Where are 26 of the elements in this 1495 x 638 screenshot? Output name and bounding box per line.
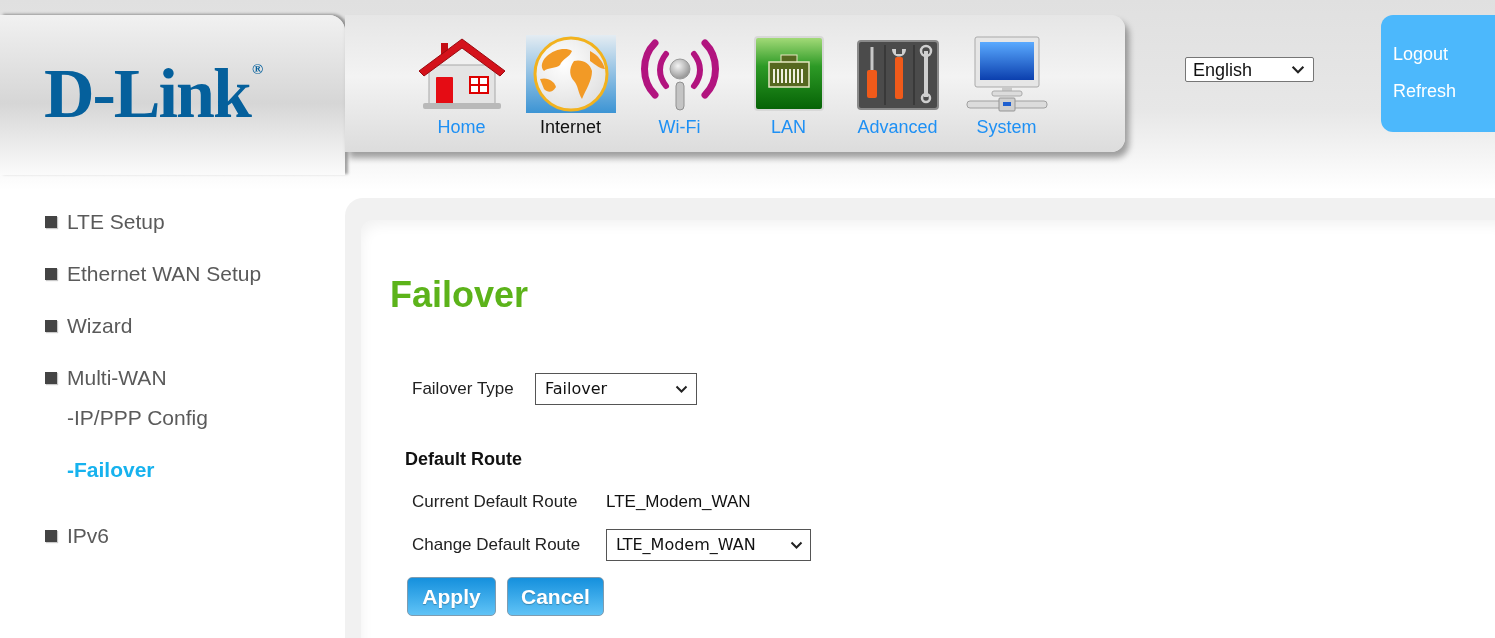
bullet-icon bbox=[45, 268, 57, 280]
chevron-down-icon bbox=[790, 541, 803, 549]
field-value: LTE_Modem_WAN bbox=[606, 491, 752, 513]
sidebar-link[interactable]: Wizard bbox=[45, 314, 133, 338]
field-label: Failover Type bbox=[412, 378, 515, 400]
language-select[interactable]: English bbox=[1185, 57, 1314, 82]
sidebar-link[interactable]: -IP/PPP Config bbox=[67, 406, 208, 430]
bullet-icon bbox=[45, 530, 57, 542]
sidebar-link[interactable]: Multi-WAN bbox=[45, 366, 167, 390]
default-route-select[interactable]: LTE_Modem_WAN bbox=[606, 529, 811, 561]
globe-icon bbox=[525, 35, 616, 113]
field-label: Change Default Route bbox=[412, 534, 582, 556]
bullet-icon bbox=[45, 320, 57, 332]
chevron-down-icon bbox=[675, 385, 688, 393]
sidebar-link[interactable]: Ethernet WAN Setup bbox=[45, 262, 262, 286]
sidebar-link[interactable]: IPv6 bbox=[45, 524, 110, 548]
section-heading: Default Route bbox=[405, 448, 522, 470]
chevron-down-icon bbox=[1291, 65, 1305, 74]
nav-tab[interactable]: Internet bbox=[516, 35, 625, 152]
brand-logo: D-Link$^{®}$ bbox=[44, 63, 264, 125]
sidebar-link[interactable]: LTE Setup bbox=[45, 210, 165, 234]
page-title: Failover bbox=[390, 275, 529, 315]
failover-type-select[interactable]: Failover bbox=[535, 373, 697, 405]
field-label: Current Default Route bbox=[412, 491, 579, 513]
bullet-icon bbox=[45, 216, 57, 228]
bullet-icon bbox=[45, 372, 57, 384]
